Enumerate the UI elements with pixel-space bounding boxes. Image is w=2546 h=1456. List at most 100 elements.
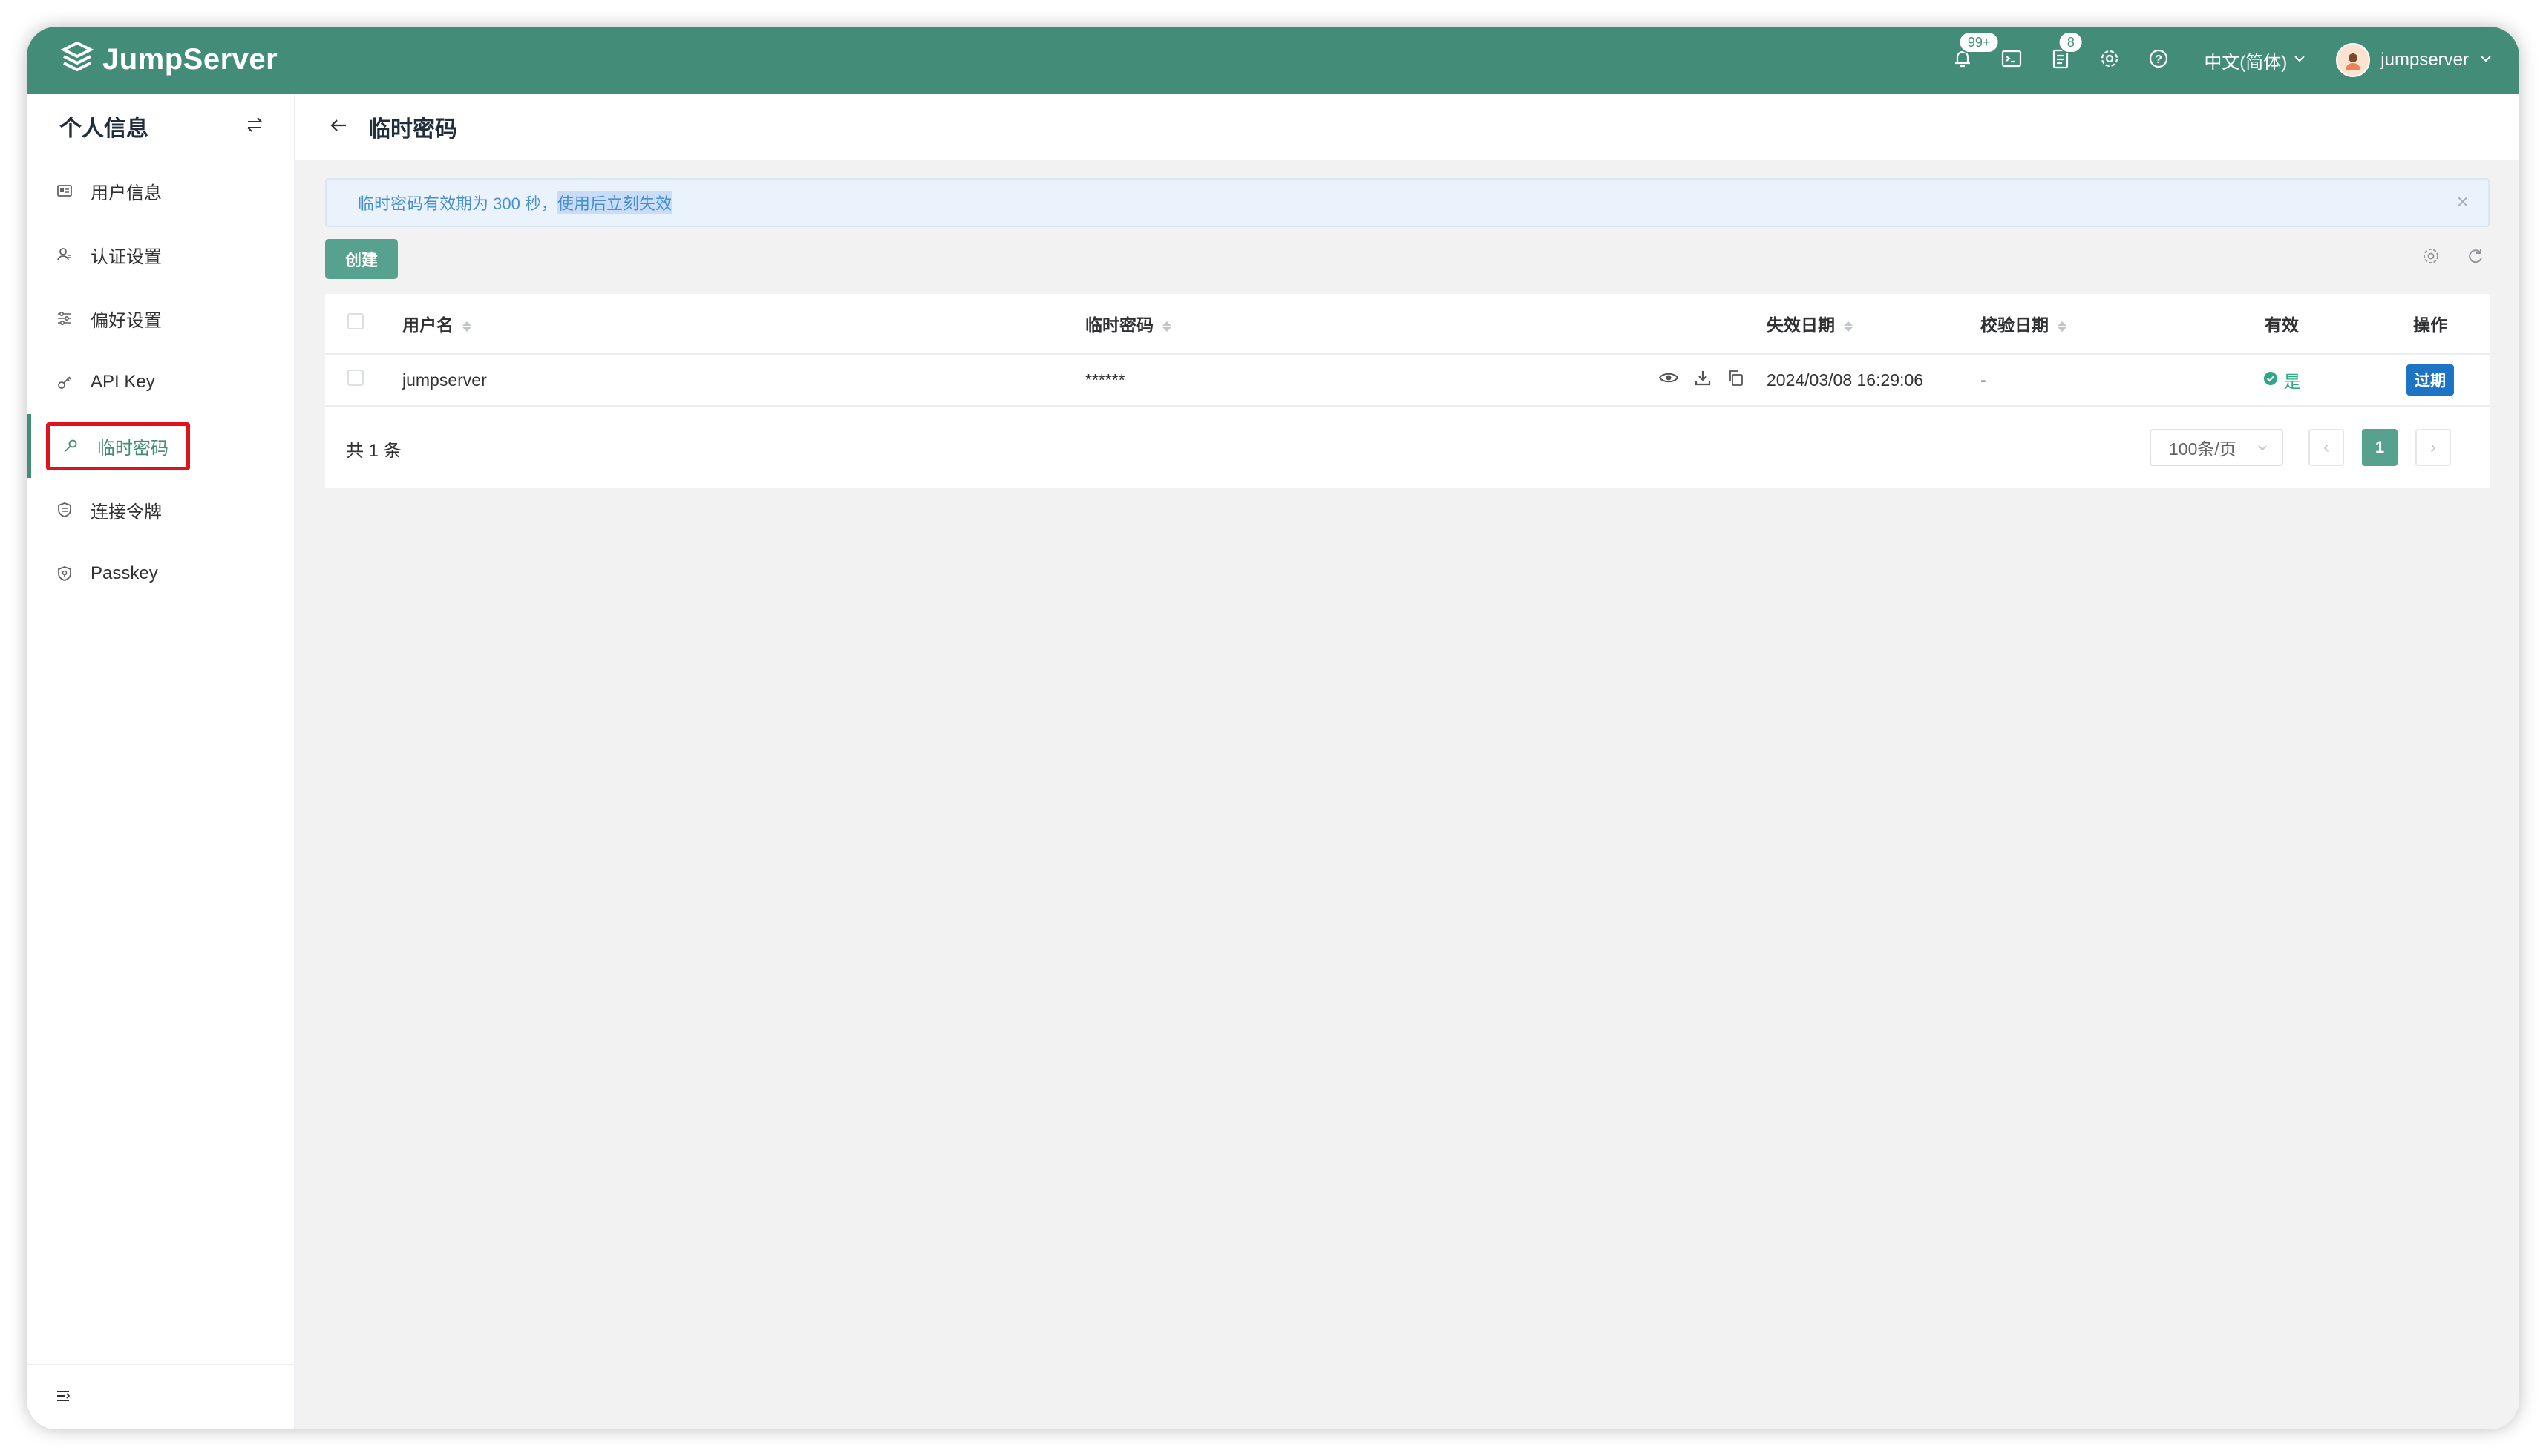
col-password-label: 临时密码 [1085, 315, 1153, 335]
web-terminal-button[interactable] [1987, 27, 2036, 94]
sort-icon[interactable] [462, 321, 471, 332]
eye-icon[interactable] [1658, 370, 1679, 390]
sidebar-item-label: 偏好设置 [91, 310, 162, 331]
col-actions-label: 操作 [2413, 315, 2447, 335]
table-footer: 共 1 条 100条/页 ‹ 1 › [325, 407, 2490, 490]
download-icon[interactable] [1694, 369, 1712, 391]
sort-icon[interactable] [1844, 321, 1853, 332]
sidebar-item-label: Passkey [91, 563, 158, 583]
page-title: 临时密码 [368, 117, 457, 142]
page-number-button[interactable]: 1 [2362, 429, 2398, 466]
actions-cell: 过期 [2371, 354, 2490, 407]
table-tools [2421, 246, 2485, 269]
sort-icon[interactable] [2058, 321, 2066, 332]
select-all-checkbox[interactable] [347, 313, 364, 329]
sidebar: 个人信息 用户信息 认证设置 偏好设置 API Key 临时密码 连接令牌 Pa… [27, 94, 295, 1429]
avatar [2336, 43, 2371, 77]
language-selector[interactable]: 中文(简体) [2204, 47, 2306, 73]
top-header: JumpServer 99+ 8 ? 中文(简体) jumpserver [27, 27, 2519, 94]
back-arrow-icon[interactable] [328, 115, 349, 140]
sidebar-item-connection-token[interactable]: 连接令牌 [27, 478, 294, 542]
notification-button[interactable]: 99+ [1938, 27, 2000, 94]
sidebar-item-auth-settings[interactable]: 认证设置 [27, 223, 294, 286]
sidebar-item-api-key[interactable]: API Key [27, 350, 294, 414]
user-shield-icon [53, 246, 76, 263]
tickets-badge: 8 [2058, 31, 2084, 53]
logo-icon [59, 40, 95, 79]
sidebar-item-label: 认证设置 [91, 246, 162, 267]
table-settings-icon[interactable] [2421, 246, 2441, 269]
col-expire-date[interactable]: 失效日期 [1767, 294, 1980, 355]
password-cell: ****** [1085, 354, 1767, 407]
page-size-label: 100条/页 [2169, 439, 2236, 459]
sliders-icon [53, 310, 76, 327]
collapse-menu-icon[interactable] [55, 1388, 71, 1408]
valid-status: 是 [2263, 367, 2301, 393]
sidebar-item-label: 用户信息 [91, 183, 162, 203]
main-content: 临时密码 临时密码有效期为 300 秒， 使用后立刻失效 × 创建 用户名 临时… [295, 94, 2519, 1429]
col-valid-label: 有效 [2265, 315, 2299, 335]
next-page-button[interactable]: › [2415, 429, 2451, 466]
sort-icon[interactable] [1162, 321, 1171, 332]
gear-icon [2098, 47, 2121, 73]
logo[interactable]: JumpServer [59, 40, 278, 79]
sidebar-title: 个人信息 [59, 117, 148, 141]
help-button[interactable]: ? [2134, 27, 2183, 94]
sidebar-header: 个人信息 [27, 94, 294, 159]
sidebar-item-label: 临时密码 [97, 438, 168, 459]
svg-text:?: ? [2155, 53, 2162, 66]
create-button[interactable]: 创建 [325, 239, 398, 279]
col-username[interactable]: 用户名 [402, 294, 1085, 355]
col-actions: 操作 [2371, 294, 2490, 355]
total-count: 共 1 条 [346, 440, 402, 461]
sidebar-item-temp-password[interactable]: 临时密码 [27, 414, 294, 478]
row-checkbox[interactable] [347, 370, 364, 386]
copy-icon[interactable] [1727, 369, 1744, 391]
sidebar-item-preferences[interactable]: 偏好设置 [27, 286, 294, 350]
alert-text: 临时密码有效期为 300 秒， [358, 194, 557, 213]
sidebar-item-passkey[interactable]: Passkey [27, 542, 294, 606]
username-cell: jumpserver [402, 354, 1085, 407]
app-window: JumpServer 99+ 8 ? 中文(简体) jumpserver 个人信… [27, 27, 2519, 1429]
refresh-icon[interactable] [2466, 246, 2485, 269]
masked-password: ****** [1085, 370, 1125, 390]
col-username-label: 用户名 [402, 315, 454, 335]
valid-label: 是 [2283, 372, 2301, 391]
alert-highlight-text: 使用后立刻失效 [557, 191, 672, 214]
header-actions: 99+ 8 ? 中文(简体) jumpserver [1938, 27, 2493, 94]
chevron-down-icon [2293, 50, 2306, 70]
info-alert: 临时密码有效期为 300 秒， 使用后立刻失效 × [325, 178, 2490, 227]
switch-arrows-icon[interactable] [245, 115, 264, 138]
table-header-row: 用户名 临时密码 失效日期 校验日期 有效 操作 [325, 294, 2490, 355]
row-select-cell [325, 354, 402, 407]
check-circle-icon [2263, 370, 2278, 390]
col-password[interactable]: 临时密码 [1085, 294, 1767, 355]
col-verify-date[interactable]: 校验日期 [1980, 294, 2193, 355]
token-shield-icon [53, 502, 76, 518]
page-buttons: ‹ 1 › [2308, 429, 2451, 466]
sidebar-item-label: API Key [91, 372, 155, 392]
password-actions [1658, 369, 1767, 391]
expire-date-cell: 2024/03/08 16:29:06 [1767, 354, 1980, 407]
select-all-cell [325, 294, 402, 355]
brand-name: JumpServer [102, 43, 278, 76]
username-label: jumpserver [2380, 50, 2469, 70]
key-icon [53, 374, 76, 390]
expire-button[interactable]: 过期 [2406, 364, 2454, 396]
close-icon[interactable]: × [2457, 190, 2469, 214]
prev-page-button[interactable]: ‹ [2308, 429, 2344, 466]
settings-button[interactable] [2085, 27, 2134, 94]
col-valid: 有效 [2193, 294, 2371, 355]
chevron-down-icon [2257, 438, 2268, 458]
id-card-icon [53, 183, 76, 199]
col-verify-date-label: 校验日期 [1980, 315, 2049, 335]
temp-password-table: 用户名 临时密码 失效日期 校验日期 有效 操作 jumpserver ****… [325, 294, 2490, 407]
page-size-select[interactable]: 100条/页 [2150, 429, 2283, 466]
terminal-icon [2000, 47, 2023, 73]
pagination: 100条/页 ‹ 1 › [2150, 429, 2451, 466]
tickets-button[interactable]: 8 [2036, 27, 2085, 94]
sidebar-item-user-info[interactable]: 用户信息 [27, 159, 294, 223]
chevron-down-icon [2479, 50, 2493, 70]
user-menu[interactable]: jumpserver [2336, 43, 2493, 77]
passkey-shield-icon [53, 565, 76, 582]
